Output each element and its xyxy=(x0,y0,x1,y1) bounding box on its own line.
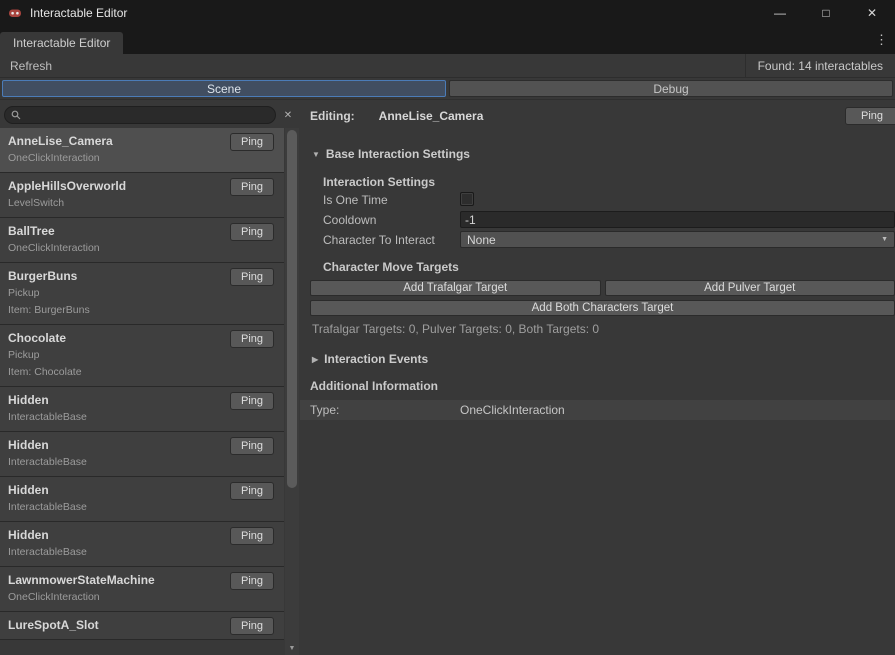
search-input[interactable] xyxy=(25,109,269,121)
tab-interactable-editor[interactable]: Interactable Editor xyxy=(0,32,123,54)
ping-button[interactable]: Ping xyxy=(230,133,274,151)
list-item[interactable]: AppleHillsOverworldLevelSwitchPing xyxy=(0,173,284,218)
foldout-interaction-events[interactable]: ▶ Interaction Events xyxy=(312,352,428,366)
toolbar: Refresh Found: 14 interactables xyxy=(0,54,895,78)
maximize-button[interactable]: □ xyxy=(803,0,849,26)
list-item[interactable]: HiddenInteractableBasePing xyxy=(0,522,284,567)
titlebar: Interactable Editor — □ ✕ xyxy=(0,0,895,26)
close-button[interactable]: ✕ xyxy=(849,0,895,26)
ping-button[interactable]: Ping xyxy=(230,437,274,455)
clear-search-icon[interactable]: ✕ xyxy=(280,107,296,123)
view-tabs: Scene Debug xyxy=(0,78,895,100)
foldout-open-icon: ▼ xyxy=(312,150,320,159)
list-item[interactable]: LawnmowerStateMachineOneClickInteraction… xyxy=(0,567,284,612)
list-item-type: Pickup xyxy=(8,285,276,302)
editing-value: AnneLise_Camera xyxy=(379,109,484,123)
search-box xyxy=(4,106,276,124)
list-item[interactable]: AnneLise_CameraOneClickInteractionPing xyxy=(0,128,284,173)
refresh-button[interactable]: Refresh xyxy=(8,57,60,75)
foldout-label: Interaction Events xyxy=(324,352,428,366)
cooldown-label: Cooldown xyxy=(323,213,376,227)
list-item-type: InteractableBase xyxy=(8,499,276,516)
editing-label: Editing: xyxy=(310,109,355,123)
ping-button[interactable]: Ping xyxy=(230,178,274,196)
window-title: Interactable Editor xyxy=(30,6,127,20)
ping-button[interactable]: Ping xyxy=(230,223,274,241)
editor-tabstrip: Interactable Editor ⋮ xyxy=(0,26,895,54)
tab-label: Interactable Editor xyxy=(13,36,110,50)
search-row: ✕ xyxy=(4,106,296,124)
list-item-type: OneClickInteraction xyxy=(8,150,276,167)
chevron-down-icon: ▼ xyxy=(881,236,888,243)
add-pulver-target-button[interactable]: Add Pulver Target xyxy=(605,280,895,296)
inspector-ping-button[interactable]: Ping xyxy=(845,107,895,125)
interactable-list: AnneLise_CameraOneClickInteractionPingAp… xyxy=(0,128,284,655)
list-item-type: InteractableBase xyxy=(8,454,276,471)
kebab-menu-icon[interactable]: ⋮ xyxy=(868,32,895,48)
search-icon xyxy=(11,110,21,120)
foldout-label: Base Interaction Settings xyxy=(326,147,470,161)
list-item[interactable]: BurgerBunsPickupItem: BurgerBunsPing xyxy=(0,263,284,325)
is-one-time-label: Is One Time xyxy=(323,193,388,207)
list-item[interactable]: HiddenInteractableBasePing xyxy=(0,477,284,522)
list-item-detail: Item: Chocolate xyxy=(8,364,276,381)
list-item[interactable]: ChocolatePickupItem: ChocolatePing xyxy=(0,325,284,387)
window-controls: — □ ✕ xyxy=(757,0,895,26)
minimize-button[interactable]: — xyxy=(757,0,803,26)
tab-scene[interactable]: Scene xyxy=(2,80,446,97)
foldout-base-interaction-settings[interactable]: ▼ Base Interaction Settings xyxy=(312,147,470,161)
ping-button[interactable]: Ping xyxy=(230,572,274,590)
interaction-settings-header: Interaction Settings xyxy=(323,175,435,189)
character-to-interact-dropdown[interactable]: None ▼ xyxy=(460,231,895,248)
additional-information-header: Additional Information xyxy=(310,379,438,393)
scroll-down-icon[interactable]: ▼ xyxy=(285,642,299,654)
ping-button[interactable]: Ping xyxy=(230,330,274,348)
list-item-type: OneClickInteraction xyxy=(8,240,276,257)
list-item[interactable]: LureSpotA_SlotPing xyxy=(0,612,284,640)
target-button-row: Add Trafalgar Target Add Pulver Target xyxy=(310,280,895,296)
scrollbar[interactable]: ▼ xyxy=(285,128,299,655)
character-to-interact-label: Character To Interact xyxy=(323,233,435,247)
add-both-characters-target-button[interactable]: Add Both Characters Target xyxy=(310,300,895,316)
list-item-type: InteractableBase xyxy=(8,409,276,426)
add-trafalgar-target-button[interactable]: Add Trafalgar Target xyxy=(310,280,601,296)
inspector-panel: Editing: AnneLise_Camera Ping ▼ Base Int… xyxy=(300,100,895,655)
list-item-type: OneClickInteraction xyxy=(8,589,276,606)
found-count: Found: 14 interactables xyxy=(745,54,895,77)
list-item[interactable]: HiddenInteractableBasePing xyxy=(0,432,284,477)
tab-debug[interactable]: Debug xyxy=(449,80,893,97)
ping-button[interactable]: Ping xyxy=(230,527,274,545)
list-item-type: InteractableBase xyxy=(8,544,276,561)
type-row: Type: OneClickInteraction xyxy=(300,400,895,420)
ping-button[interactable]: Ping xyxy=(230,392,274,410)
type-value: OneClickInteraction xyxy=(460,403,565,417)
ping-button[interactable]: Ping xyxy=(230,617,274,635)
scrollbar-thumb[interactable] xyxy=(287,130,297,488)
ping-button[interactable]: Ping xyxy=(230,268,274,286)
cooldown-input[interactable] xyxy=(460,211,895,228)
list-item-type: LevelSwitch xyxy=(8,195,276,212)
list-item[interactable]: BallTreeOneClickInteractionPing xyxy=(0,218,284,263)
foldout-closed-icon: ▶ xyxy=(312,355,318,364)
editing-row: Editing: AnneLise_Camera Ping xyxy=(310,107,895,125)
dropdown-value: None xyxy=(467,233,496,247)
ping-button[interactable]: Ping xyxy=(230,482,274,500)
character-move-targets-header: Character Move Targets xyxy=(323,260,459,274)
app-icon xyxy=(8,6,22,20)
list-item-detail: Item: BurgerBuns xyxy=(8,302,276,319)
list-item[interactable]: HiddenInteractableBasePing xyxy=(0,387,284,432)
list-item-type: Pickup xyxy=(8,347,276,364)
is-one-time-checkbox[interactable] xyxy=(460,192,474,206)
type-label: Type: xyxy=(310,403,339,417)
interactables-panel: ✕ AnneLise_CameraOneClickInteractionPing… xyxy=(0,100,300,655)
targets-summary: Trafalgar Targets: 0, Pulver Targets: 0,… xyxy=(312,322,599,336)
